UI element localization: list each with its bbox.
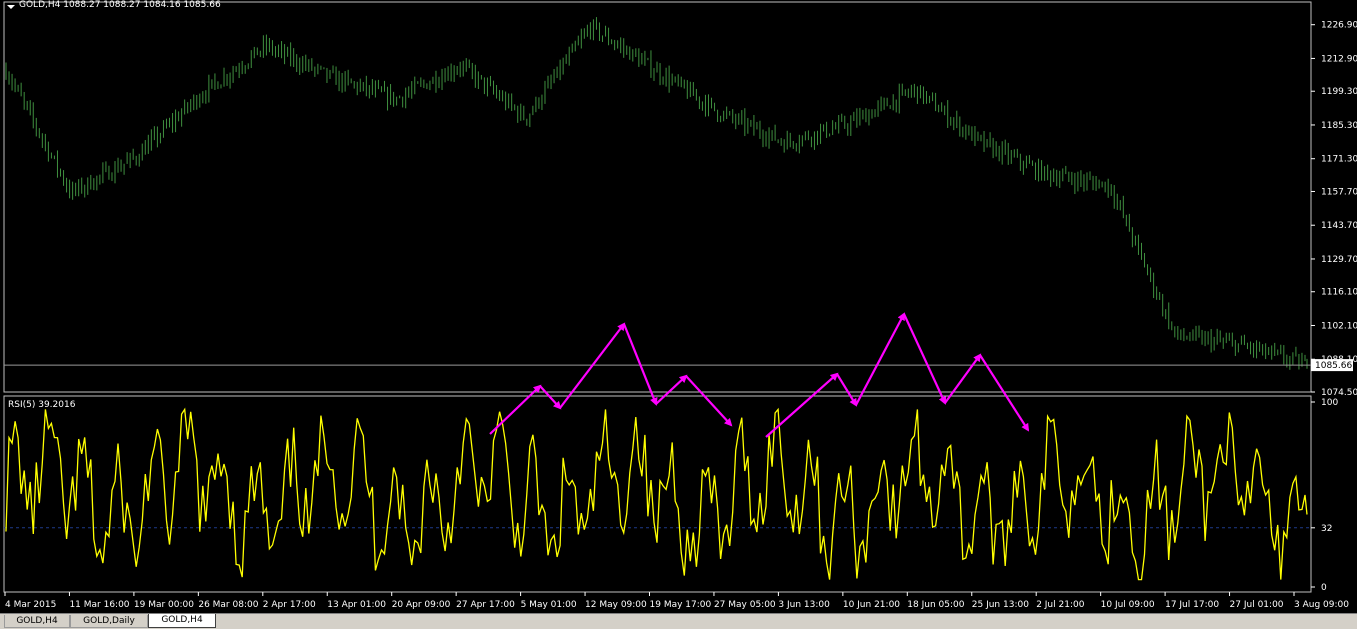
rsi-axis: 100 32 0 <box>1311 398 1338 593</box>
annotation-arrows <box>489 312 1030 438</box>
tab-gold-daily[interactable]: GOLD,Daily <box>70 615 148 628</box>
price-tick-label: 1157.70 <box>1321 187 1357 197</box>
price-pane-border <box>3 1 1312 393</box>
time-tick-label: 5 May 01:00 <box>521 600 577 610</box>
price-tick-label: 1199.30 <box>1321 87 1357 97</box>
time-tick-label: 17 Jul 17:00 <box>1165 600 1219 610</box>
price-tick-label: 1171.30 <box>1321 155 1357 165</box>
annotation-arrow <box>559 322 626 409</box>
rsi-tick-label: 32 <box>1321 524 1332 534</box>
time-tick-label: 10 Jul 09:00 <box>1101 600 1155 610</box>
time-tick-label: 27 Apr 17:00 <box>456 600 515 610</box>
rsi-pane-border <box>3 395 1312 593</box>
time-tick-label: 18 Jun 05:00 <box>907 600 964 610</box>
time-tick-label: 13 Apr 01:00 <box>327 600 386 610</box>
price-tick-label: 1074.50 <box>1321 388 1357 398</box>
rsi-tick-label: 100 <box>1321 398 1338 408</box>
price-candles <box>5 17 1308 370</box>
annotation-arrow <box>836 373 858 407</box>
time-tick-label: 27 May 05:00 <box>714 600 776 610</box>
chart-frame <box>3 1 1312 593</box>
price-tick-label: 1212.90 <box>1321 54 1357 64</box>
annotation-arrow <box>765 372 839 438</box>
annotation-arrow <box>855 312 905 406</box>
time-tick-label: 4 Mar 2015 <box>5 600 56 610</box>
time-tick-label: 3 Jun 13:00 <box>778 600 830 610</box>
time-tick-label: 19 May 17:00 <box>650 600 712 610</box>
time-tick-label: 11 Mar 16:00 <box>69 600 129 610</box>
time-tick-label: 2 Jul 21:00 <box>1036 600 1085 610</box>
price-tick-label: 1143.70 <box>1321 221 1357 231</box>
price-tick-label: 1116.10 <box>1321 288 1357 298</box>
time-tick-label: 19 Mar 00:00 <box>134 600 194 610</box>
price-tick-label: 1185.30 <box>1321 121 1357 131</box>
rsi-series-line <box>5 407 1308 581</box>
current-price-label: 1085.66 <box>1315 361 1352 371</box>
annotation-arrow <box>489 384 542 435</box>
time-tick-label: 20 Apr 09:00 <box>392 600 451 610</box>
tab-gold-h4-active[interactable]: GOLD,H4 <box>148 614 216 628</box>
price-tick-label: 1226.90 <box>1321 21 1357 31</box>
time-tick-label: 10 Jun 21:00 <box>843 600 900 610</box>
rsi-label: RSI(5) 39.2016 <box>8 400 76 410</box>
annotation-arrow <box>539 385 562 410</box>
chart-canvas: 1226.90 1212.90 1199.30 1185.30 1171.30 1157.… <box>3 0 1357 610</box>
price-tick-label: 1129.70 <box>1321 255 1357 265</box>
time-axis: 4 Mar 2015 11 Mar 16:00 19 Mar 00:00 26 Mar… <box>4 592 1349 610</box>
annotation-arrow <box>685 375 733 427</box>
chart-header: GOLD,H4 1088.27 1088.27 1084.16 1085.66 <box>19 0 221 10</box>
time-tick-label: 12 May 09:00 <box>585 600 647 610</box>
price-axis: 1226.90 1212.90 1199.30 1185.30 1171.30 1157.… <box>1311 21 1357 398</box>
time-tick-label: 27 Jul 01:00 <box>1230 600 1284 610</box>
price-tick-label: 1102.10 <box>1321 321 1357 331</box>
time-tick-label: 2 Apr 17:00 <box>263 600 316 610</box>
annotation-arrow <box>655 374 688 405</box>
time-tick-label: 26 Mar 08:00 <box>198 600 258 610</box>
chevron-down-icon[interactable] <box>7 5 15 9</box>
time-tick-label: 3 Aug 09:00 <box>1294 600 1349 610</box>
tab-gold-h4[interactable]: GOLD,H4 <box>4 615 70 628</box>
chart-tab-bar: GOLD,H4 GOLD,Daily GOLD,H4 <box>0 613 1357 629</box>
rsi-tick-label: 0 <box>1321 583 1327 593</box>
annotation-arrow <box>903 313 947 405</box>
time-tick-label: 25 Jun 13:00 <box>972 600 1029 610</box>
